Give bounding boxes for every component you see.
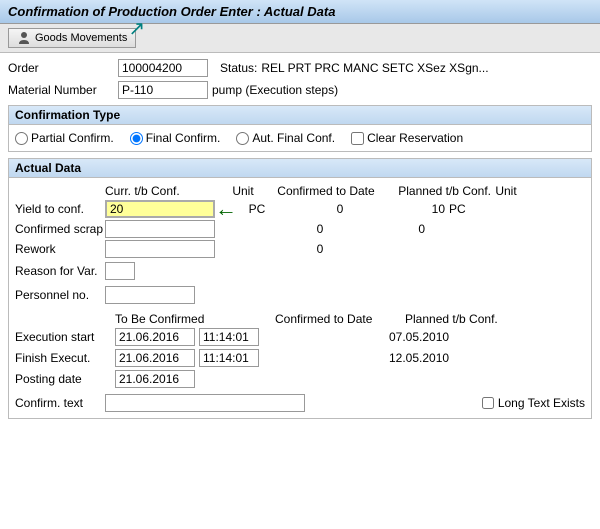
- rework-row: Rework 0: [15, 240, 585, 258]
- actual-data-title: Actual Data: [9, 159, 591, 178]
- aut-final-label: Aut. Final Conf.: [252, 131, 335, 145]
- confirmation-type-section: Confirmation Type Partial Confirm. Final…: [8, 105, 592, 152]
- partial-confirm-radio[interactable]: [15, 132, 28, 145]
- toolbar: Goods Movements ↗: [0, 24, 600, 53]
- partial-confirm-option[interactable]: Partial Confirm.: [15, 131, 114, 145]
- confirm-text-input[interactable]: [105, 394, 305, 412]
- person-icon: [17, 31, 31, 45]
- yield-planned-unit: PC: [449, 202, 479, 216]
- actual-data-section: Actual Data Curr. t/b Conf. Unit Confirm…: [8, 158, 592, 419]
- posting-date-row: Posting date: [15, 370, 585, 388]
- personnel-input[interactable]: [105, 286, 195, 304]
- actual-data-header: Curr. t/b Conf. Unit Confirmed to Date P…: [15, 184, 585, 198]
- reason-label: Reason for Var.: [15, 264, 105, 278]
- datetime-header: To Be Confirmed Confirmed to Date Planne…: [15, 312, 585, 326]
- curr-conf-header: Curr. t/b Conf.: [105, 184, 225, 198]
- final-confirm-option[interactable]: Final Confirm.: [130, 131, 221, 145]
- execution-start-time-input[interactable]: [199, 328, 259, 346]
- rework-curr-input[interactable]: [105, 240, 215, 258]
- posting-date-input[interactable]: [115, 370, 195, 388]
- confirmed-to-date-dt-header: Confirmed to Date: [275, 312, 405, 326]
- confirmation-type-content: Partial Confirm. Final Confirm. Aut. Fin…: [9, 125, 591, 151]
- final-confirm-radio[interactable]: [130, 132, 143, 145]
- finish-execut-row: Finish Execut. 12.05.2010: [15, 349, 585, 367]
- order-row: Order Status: REL PRT PRC MANC SETC XSez…: [8, 59, 592, 77]
- status-value: REL PRT PRC MANC SETC XSez XSgn...: [261, 61, 488, 75]
- finish-execut-date-input[interactable]: [115, 349, 195, 367]
- datetime-section: To Be Confirmed Confirmed to Date Planne…: [15, 312, 585, 388]
- clear-reservation-label: Clear Reservation: [367, 131, 463, 145]
- material-row: Material Number pump (Execution steps): [8, 81, 592, 99]
- rework-confirmed: 0: [255, 242, 385, 256]
- yield-curr-input[interactable]: [105, 200, 215, 218]
- yield-planned: 10: [405, 202, 445, 216]
- yield-confirmed: 0: [275, 202, 405, 216]
- yield-unit: PC: [239, 202, 275, 216]
- personnel-label: Personnel no.: [15, 288, 105, 302]
- reason-row: Reason for Var.: [15, 262, 585, 280]
- reason-input[interactable]: [105, 262, 135, 280]
- yield-row: Yield to conf. ← PC 0 10 PC: [15, 200, 585, 218]
- long-text-exists-area: Long Text Exists: [482, 396, 585, 410]
- material-description: pump (Execution steps): [212, 83, 338, 97]
- actual-data-content: Curr. t/b Conf. Unit Confirmed to Date P…: [9, 178, 591, 418]
- final-confirm-label: Final Confirm.: [146, 131, 221, 145]
- unit2-header: Unit: [491, 184, 521, 198]
- radio-group: Partial Confirm. Final Confirm. Aut. Fin…: [15, 131, 585, 145]
- order-label: Order: [8, 61, 118, 75]
- long-text-exists-label: Long Text Exists: [498, 396, 585, 410]
- clear-reservation-checkbox[interactable]: [351, 132, 364, 145]
- planned-dt-header: Planned t/b Conf.: [405, 312, 505, 326]
- scrap-confirmed: 0: [255, 222, 385, 236]
- goods-movements-button[interactable]: Goods Movements: [8, 28, 136, 48]
- page-title: Confirmation of Production Order Enter :…: [8, 4, 335, 19]
- confirmation-type-title: Confirmation Type: [9, 106, 591, 125]
- main-content: Order Status: REL PRT PRC MANC SETC XSez…: [0, 53, 600, 429]
- execution-start-label: Execution start: [15, 330, 115, 344]
- scrap-label: Confirmed scrap: [15, 222, 105, 236]
- order-input[interactable]: [118, 59, 208, 77]
- confirm-text-label: Confirm. text: [15, 396, 105, 410]
- material-label: Material Number: [8, 83, 118, 97]
- scrap-curr-input[interactable]: [105, 220, 215, 238]
- personnel-row: Personnel no.: [15, 286, 585, 304]
- long-text-exists-checkbox[interactable]: [482, 397, 494, 409]
- status-label: Status:: [220, 61, 257, 75]
- clear-reservation-option[interactable]: Clear Reservation: [351, 131, 463, 145]
- partial-confirm-label: Partial Confirm.: [31, 131, 114, 145]
- aut-final-radio[interactable]: [236, 132, 249, 145]
- to-be-confirmed-header: To Be Confirmed: [115, 312, 275, 326]
- title-bar: Confirmation of Production Order Enter :…: [0, 0, 600, 24]
- posting-date-label: Posting date: [15, 372, 115, 386]
- execution-planned-val: 07.05.2010: [389, 330, 449, 344]
- finish-execut-time-input[interactable]: [199, 349, 259, 367]
- confirm-text-row: Confirm. text Long Text Exists: [15, 394, 585, 412]
- finish-execut-label: Finish Execut.: [15, 351, 115, 365]
- material-input[interactable]: [118, 81, 208, 99]
- planned-conf-header: Planned t/b Conf.: [391, 184, 491, 198]
- confirmed-to-date-header: Confirmed to Date: [261, 184, 391, 198]
- execution-start-date-input[interactable]: [115, 328, 195, 346]
- rework-label: Rework: [15, 242, 105, 256]
- confirmed-scrap-row: Confirmed scrap 0 0: [15, 220, 585, 238]
- goods-movements-label: Goods Movements: [35, 32, 127, 44]
- arrow-green-icon: ←: [215, 196, 237, 222]
- yield-label: Yield to conf.: [15, 202, 105, 216]
- scrap-planned: 0: [385, 222, 425, 236]
- aut-final-option[interactable]: Aut. Final Conf.: [236, 131, 335, 145]
- finish-planned-val: 12.05.2010: [389, 351, 449, 365]
- execution-start-row: Execution start 07.05.2010: [15, 328, 585, 346]
